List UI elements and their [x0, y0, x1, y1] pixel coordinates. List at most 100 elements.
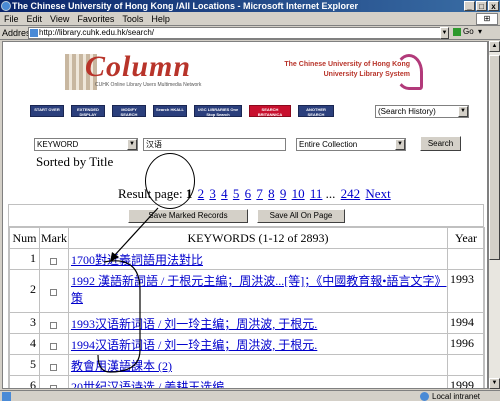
mark-checkbox[interactable] — [50, 364, 58, 371]
page-link-last[interactable]: 242 — [341, 186, 361, 201]
page-link-2[interactable]: 2 — [198, 186, 205, 201]
modify-search-button[interactable]: MODIFY SEARCH — [112, 105, 146, 117]
page-link-5[interactable]: 5 — [233, 186, 240, 201]
row-year: 1996 — [447, 333, 485, 355]
mark-cell — [38, 375, 69, 388]
vertical-scrollbar[interactable]: ▲ ▼ — [488, 41, 500, 389]
page-link-9[interactable]: 9 — [280, 186, 287, 201]
mark-cell — [38, 354, 69, 376]
menu-tools[interactable]: Tools — [122, 14, 143, 24]
search-button[interactable]: Search — [420, 136, 461, 151]
mark-cell — [38, 333, 69, 355]
library-banner: Column CUHK Online Library Users Multime… — [65, 50, 425, 96]
row-num: 4 — [9, 333, 40, 355]
chevron-down-icon: ▼ — [395, 139, 405, 150]
title-cell: 1992 漢語新詞語 / 于根元主編；周洪波...[等]；《中國教育報•語言文字… — [67, 269, 449, 313]
column-logo[interactable]: Column CUHK Online Library Users Multime… — [65, 50, 265, 92]
page-link-4[interactable]: 4 — [221, 186, 228, 201]
start-over-button[interactable]: START OVER — [30, 105, 64, 117]
row-year: 1994 — [447, 312, 485, 334]
row-num: 6 — [9, 375, 40, 388]
mark-checkbox[interactable] — [50, 258, 58, 265]
window-controls: _ □ x — [464, 1, 499, 11]
table-row: 3 1993汉语新词语 / 刘一玲主编；周洪波, 于根元. 1994 — [9, 312, 485, 334]
results-table-container: Save Marked Records Save All On Page Num… — [8, 204, 485, 388]
page-link-3[interactable]: 3 — [209, 186, 216, 201]
address-input[interactable]: http://library.cuhk.edu.hk/search/ — [28, 27, 448, 39]
minimize-button[interactable]: _ — [464, 1, 475, 11]
sort-label: Sorted by Title — [36, 154, 114, 169]
collection-value: Entire Collection — [299, 140, 358, 149]
page-link-8[interactable]: 8 — [268, 186, 275, 201]
mark-checkbox[interactable] — [50, 289, 58, 296]
row-num: 1 — [9, 248, 40, 270]
scroll-down-icon[interactable]: ▼ — [489, 378, 500, 389]
mark-checkbox[interactable] — [50, 385, 58, 388]
save-marked-button[interactable]: Save Marked Records — [128, 209, 248, 223]
col-year: Year — [447, 227, 485, 249]
university-swirl-logo — [395, 54, 423, 90]
col-num: Num — [9, 227, 40, 249]
menu-favorites[interactable]: Favorites — [77, 14, 114, 24]
page-viewport: Column CUHK Online Library Users Multime… — [2, 41, 488, 389]
mark-checkbox[interactable] — [50, 322, 58, 329]
maximize-button[interactable]: □ — [476, 1, 487, 11]
menu-help[interactable]: Help — [151, 14, 170, 24]
page-link-11[interactable]: 11 — [310, 186, 323, 201]
row-num: 2 — [9, 269, 40, 313]
menu-view[interactable]: View — [50, 14, 69, 24]
logo-word: Column — [85, 50, 192, 83]
scroll-thumb[interactable] — [489, 55, 500, 260]
ugc-one-stop-search-button[interactable]: UGC LIBRARIES One Stop Search — [194, 105, 242, 117]
row-year: 1993 — [447, 269, 485, 313]
table-row: 5 教會用漢語課本 (2) — [9, 354, 485, 376]
collection-select[interactable]: Entire Collection ▼ — [296, 138, 406, 151]
close-button[interactable]: x — [488, 1, 499, 11]
page-link-10[interactable]: 10 — [292, 186, 305, 201]
status-bar: Local intranet — [0, 390, 500, 401]
mark-checkbox[interactable] — [50, 343, 58, 350]
title-cell: 1993汉语新词语 / 刘一玲主编；周洪波, 于根元. — [67, 312, 449, 334]
links-chevron-icon[interactable]: ▾ — [478, 27, 482, 36]
search-britannica-button[interactable]: SEARCH BRITANNICA — [249, 105, 291, 117]
save-all-button[interactable]: Save All On Page — [257, 209, 345, 223]
chevron-down-icon: ▼ — [127, 139, 137, 150]
record-title-link[interactable]: 1700對近義詞語用法對比 — [71, 253, 203, 267]
address-dropdown-icon[interactable]: ▼ — [440, 27, 449, 39]
col-keywords: KEYWORDS (1-12 of 2893) — [67, 227, 449, 249]
another-search-button[interactable]: ANOTHER SEARCH — [298, 105, 334, 117]
row-num: 5 — [9, 354, 40, 376]
search-field-select[interactable]: KEYWORD ▼ — [34, 138, 138, 151]
scroll-up-icon[interactable]: ▲ — [489, 41, 500, 52]
title-cell: 20世纪汉语诗选 / 姜耕玉选编 — [67, 375, 449, 388]
record-title-link[interactable]: 教會用漢語課本 (2) — [71, 359, 172, 373]
library-title-line2: University Library System — [323, 71, 410, 78]
library-title-line1: The Chinese University of Hong Kong — [284, 61, 410, 68]
record-title-link[interactable]: 1992 漢語新詞語 / 于根元主編；周洪波...[等]；《中國教育報•語言文字… — [71, 274, 447, 305]
search-term-input[interactable]: 汉语 — [143, 138, 286, 151]
table-row: 6 20世纪汉语诗选 / 姜耕玉选编 1999 — [9, 375, 485, 388]
search-history-value: (Search History) — [378, 107, 436, 116]
menu-edit[interactable]: Edit — [27, 14, 43, 24]
record-title-link[interactable]: 1994汉语新词语 / 刘一玲主编；周洪波, 于根元. — [71, 338, 317, 352]
menu-file[interactable]: File — [4, 14, 19, 24]
chevron-down-icon: ▼ — [458, 106, 468, 117]
ie-icon — [1, 1, 11, 11]
go-button[interactable]: Go — [453, 27, 474, 36]
record-title-link[interactable]: 1993汉语新词语 / 刘一玲主编；周洪波, 于根元. — [71, 317, 317, 331]
record-title-link[interactable]: 20世纪汉语诗选 / 姜耕玉选编 — [71, 380, 224, 388]
table-row: 4 1994汉语新词语 / 刘一玲主编；周洪波, 于根元. 1996 — [9, 333, 485, 355]
table-row: 2 1992 漢語新詞語 / 于根元主編；周洪波...[等]；《中國教育報•語言… — [9, 269, 485, 313]
col-mark: Mark — [38, 227, 69, 249]
security-zone: Local intranet — [420, 391, 480, 401]
next-page-link[interactable]: Next — [365, 186, 390, 201]
go-label: Go — [463, 27, 474, 36]
search-history-select[interactable]: (Search History) ▼ — [375, 105, 469, 118]
extended-display-button[interactable]: EXTENDED DISPLAY — [71, 105, 105, 117]
page-link-6[interactable]: 6 — [245, 186, 252, 201]
annotation-circle — [145, 153, 195, 209]
page-link-7[interactable]: 7 — [256, 186, 263, 201]
title-cell: 1700對近義詞語用法對比 — [67, 248, 449, 270]
results-toolbar: Save Marked Records Save All On Page — [9, 205, 483, 227]
search-hkall-button[interactable]: Search HKALL — [153, 105, 187, 117]
